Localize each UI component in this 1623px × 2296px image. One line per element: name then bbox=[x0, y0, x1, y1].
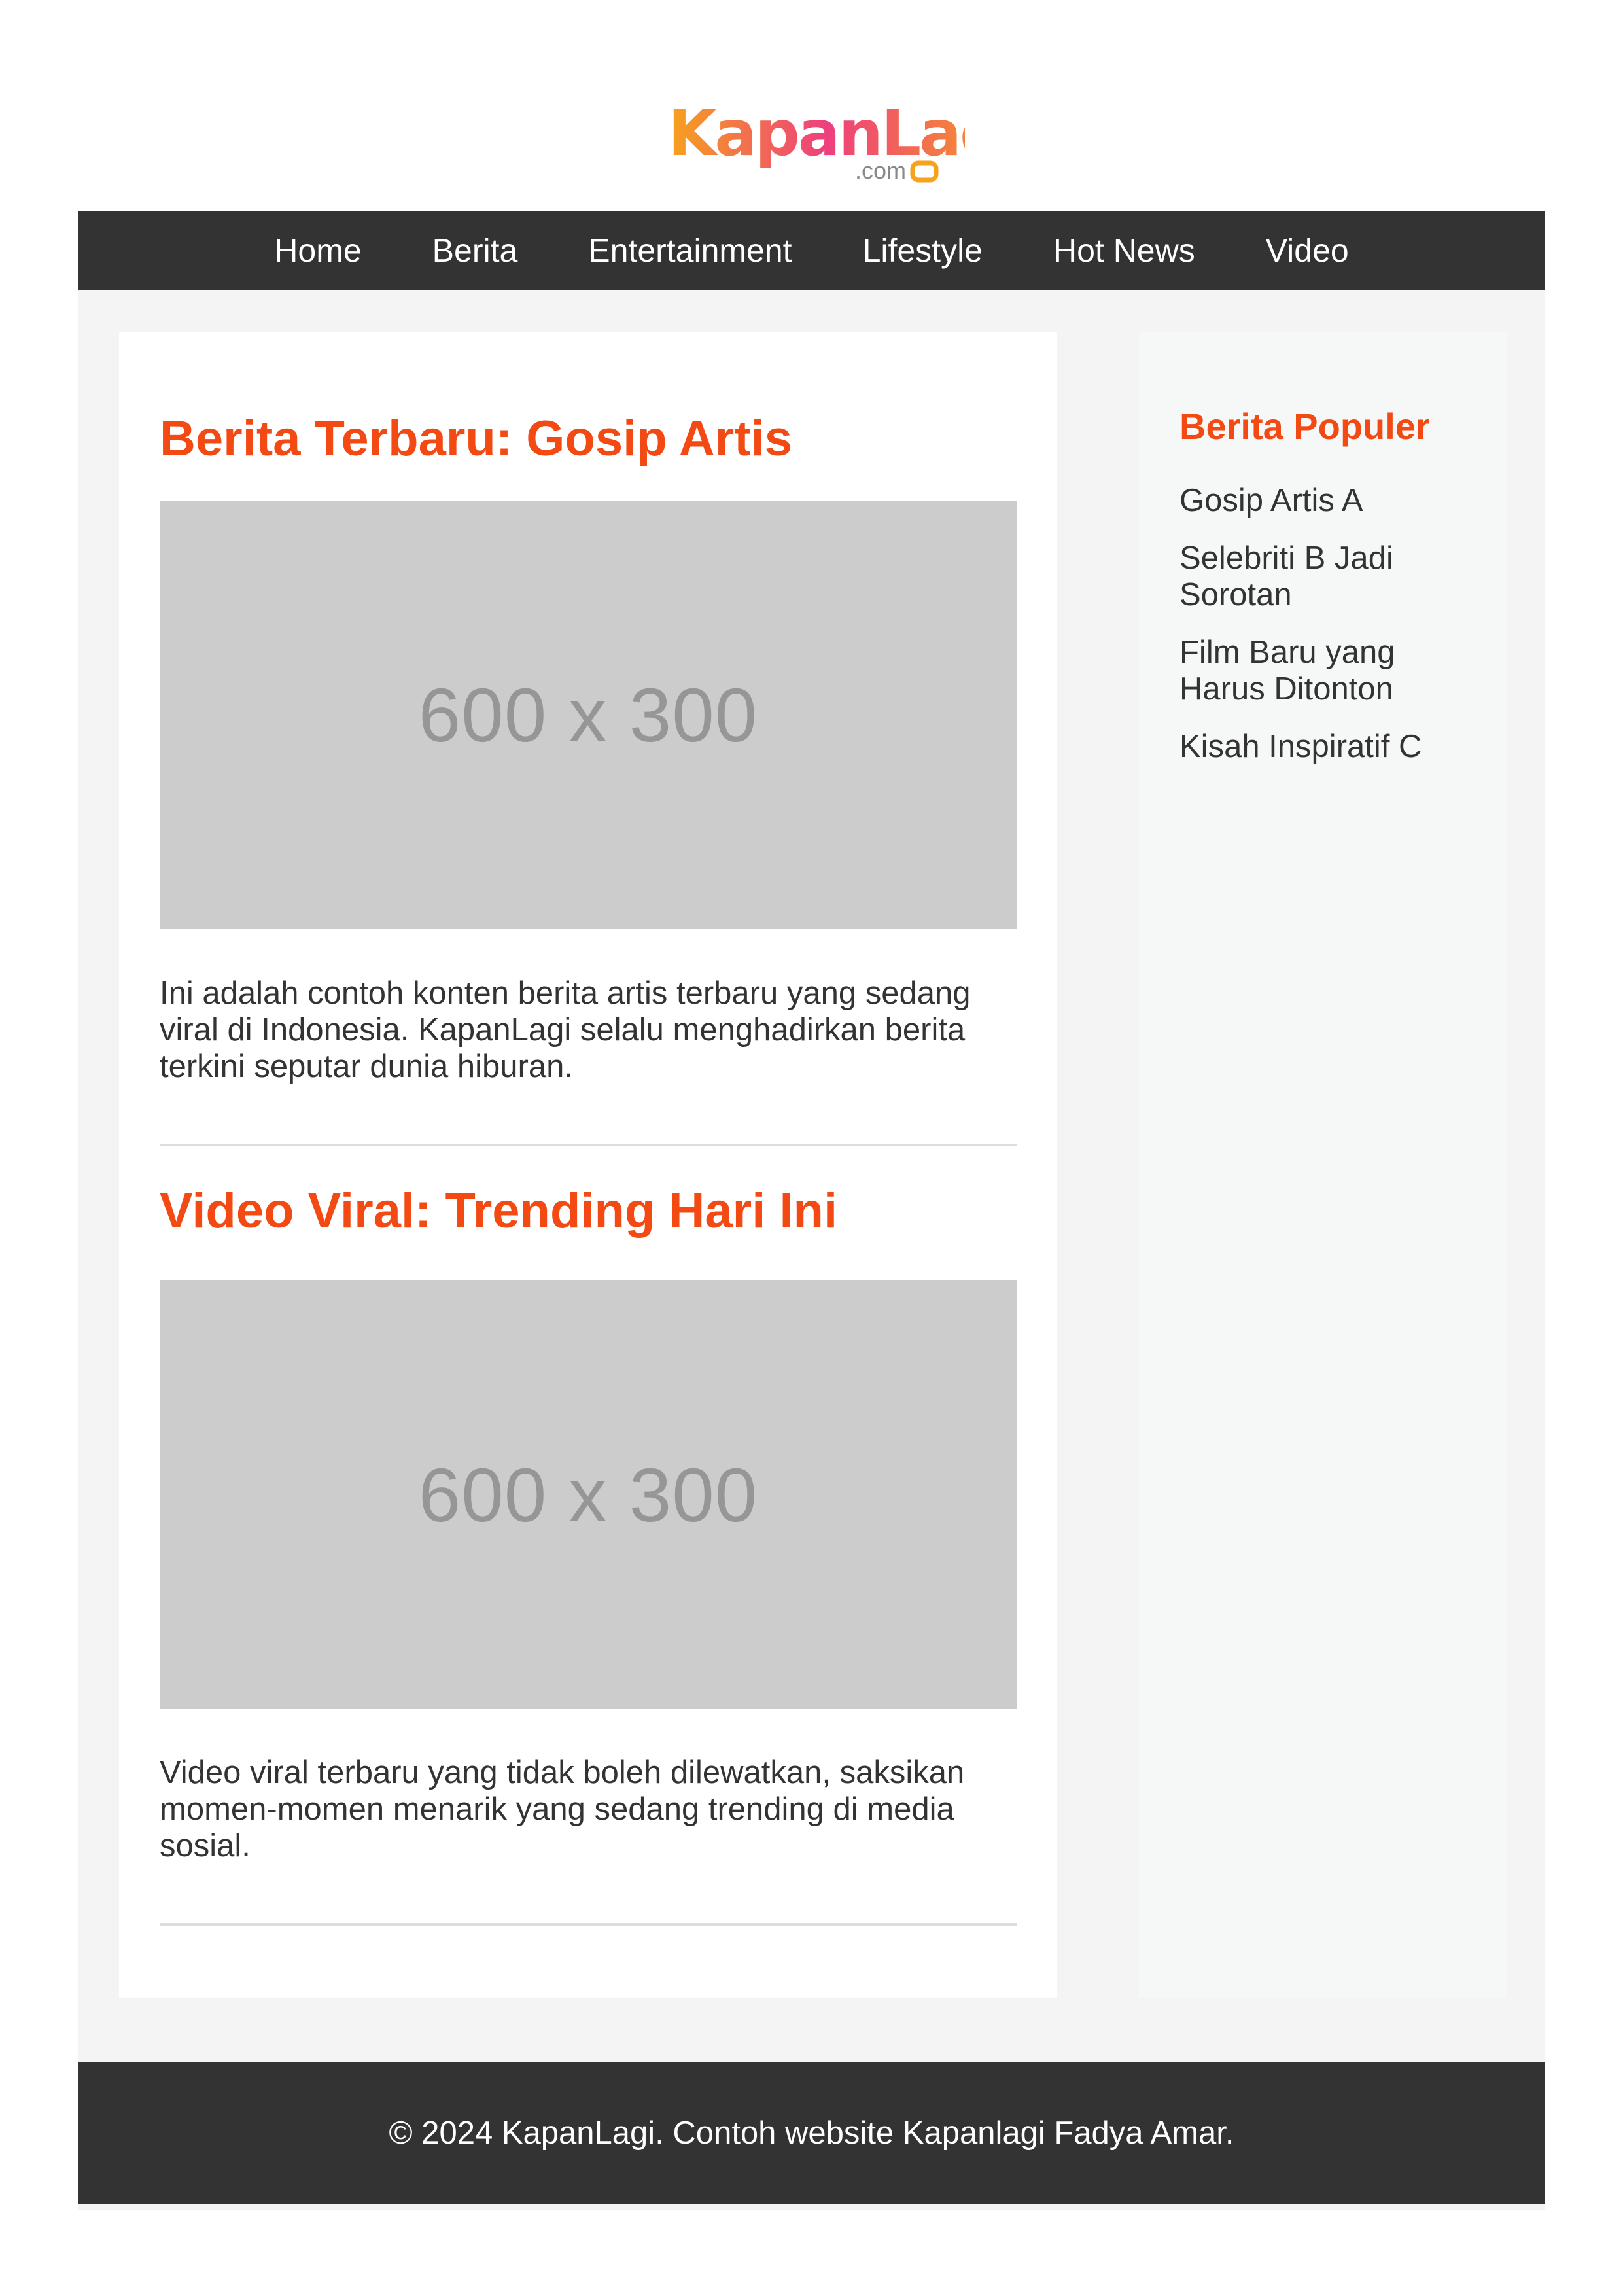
popular-list: Gosip Artis A Selebriti B Jadi Sorotan F… bbox=[1179, 482, 1480, 786]
popular-item[interactable]: Selebriti B Jadi Sorotan bbox=[1179, 540, 1480, 613]
nav-item-hot-news[interactable]: Hot News bbox=[1018, 211, 1230, 290]
svg-text:.com: .com bbox=[855, 157, 906, 184]
article-title[interactable]: Video Viral: Trending Hari Ini bbox=[160, 1182, 837, 1239]
svg-text:KapanLagi: KapanLagi bbox=[668, 97, 965, 170]
nav-item-entertainment[interactable]: Entertainment bbox=[553, 211, 827, 290]
image-placeholder-label: 600 x 300 bbox=[418, 672, 758, 758]
article-divider bbox=[160, 1923, 1017, 1926]
article-summary: Ini adalah contoh konten berita artis te… bbox=[160, 976, 971, 1084]
popular-item[interactable]: Film Baru yang Harus Ditonton bbox=[1179, 634, 1480, 707]
popular-item[interactable]: Kisah Inspiratif C bbox=[1179, 728, 1480, 765]
image-placeholder-label: 600 x 300 bbox=[418, 1452, 758, 1538]
nav-item-home[interactable]: Home bbox=[239, 211, 396, 290]
footer: © 2024 KapanLagi. Contoh website Kapanla… bbox=[78, 2062, 1545, 2204]
header: KapanLagi .com bbox=[0, 0, 1623, 211]
popular-item[interactable]: Gosip Artis A bbox=[1179, 482, 1480, 519]
main-nav: Home Berita Entertainment Lifestyle Hot … bbox=[78, 211, 1545, 290]
article-title[interactable]: Berita Terbaru: Gosip Artis bbox=[160, 410, 792, 467]
nav-item-video[interactable]: Video bbox=[1230, 211, 1384, 290]
article-card: Berita Terbaru: Gosip Artis 600 x 300 In… bbox=[160, 410, 1017, 1150]
nav-item-lifestyle[interactable]: Lifestyle bbox=[828, 211, 1018, 290]
nav-item-berita[interactable]: Berita bbox=[397, 211, 553, 290]
main-content: Berita Terbaru: Gosip Artis 600 x 300 In… bbox=[119, 332, 1057, 1998]
footer-copyright: © 2024 KapanLagi. Contoh website Kapanla… bbox=[389, 2115, 1234, 2151]
article-card: Video Viral: Trending Hari Ini 600 x 300… bbox=[160, 1182, 1017, 1926]
article-summary: Video viral terbaru yang tidak boleh dil… bbox=[160, 1755, 965, 1863]
article-divider bbox=[160, 1144, 1017, 1146]
sidebar-title: Berita Populer bbox=[1179, 406, 1430, 447]
sidebar: Berita Populer Gosip Artis A Selebriti B… bbox=[1139, 332, 1507, 1998]
kapanlagi-logo[interactable]: KapanLagi .com bbox=[664, 95, 965, 186]
article-image[interactable]: 600 x 300 bbox=[160, 501, 1017, 929]
article-image[interactable]: 600 x 300 bbox=[160, 1280, 1017, 1709]
